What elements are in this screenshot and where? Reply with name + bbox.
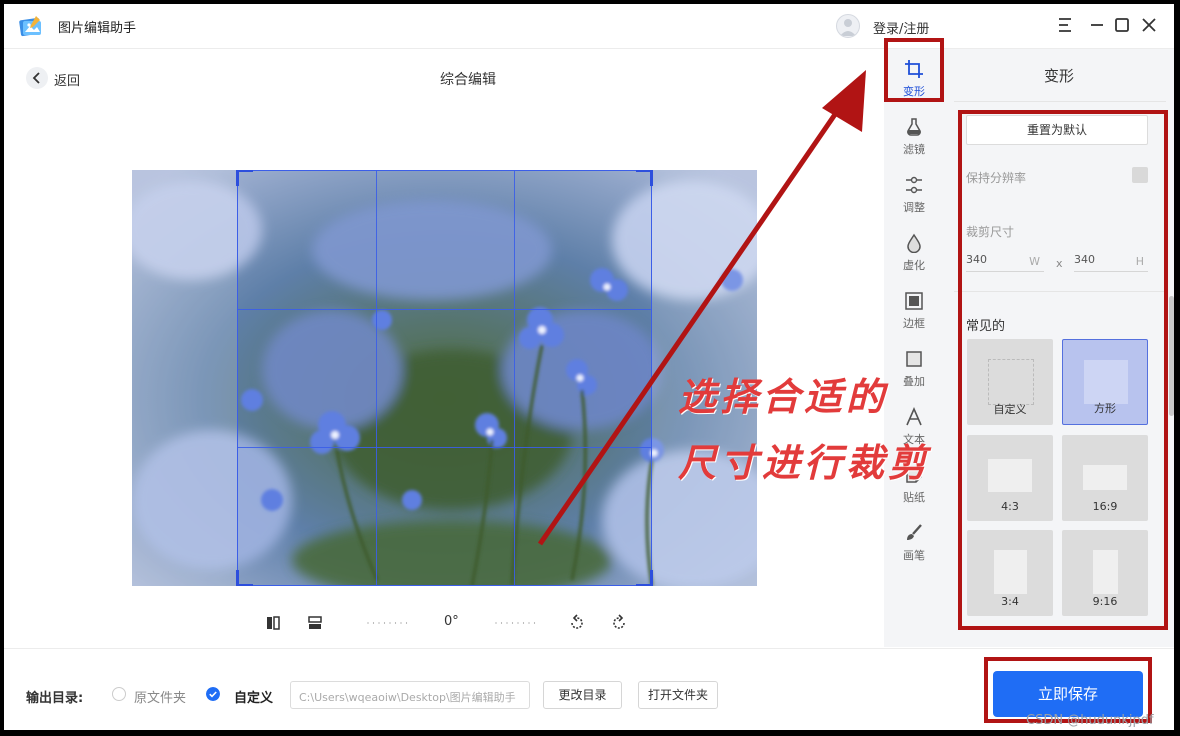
annotation-arrow bbox=[537, 70, 866, 546]
annotation-text-line1: 选择合适的 bbox=[678, 375, 889, 419]
annotation-text-line2: 尺寸进行裁剪 bbox=[678, 441, 931, 485]
app-window: 图片编辑助手 登录/注册 返回 综合编辑 0° 变形 滤镜 调整 虚化 边框 叠… bbox=[4, 4, 1174, 730]
